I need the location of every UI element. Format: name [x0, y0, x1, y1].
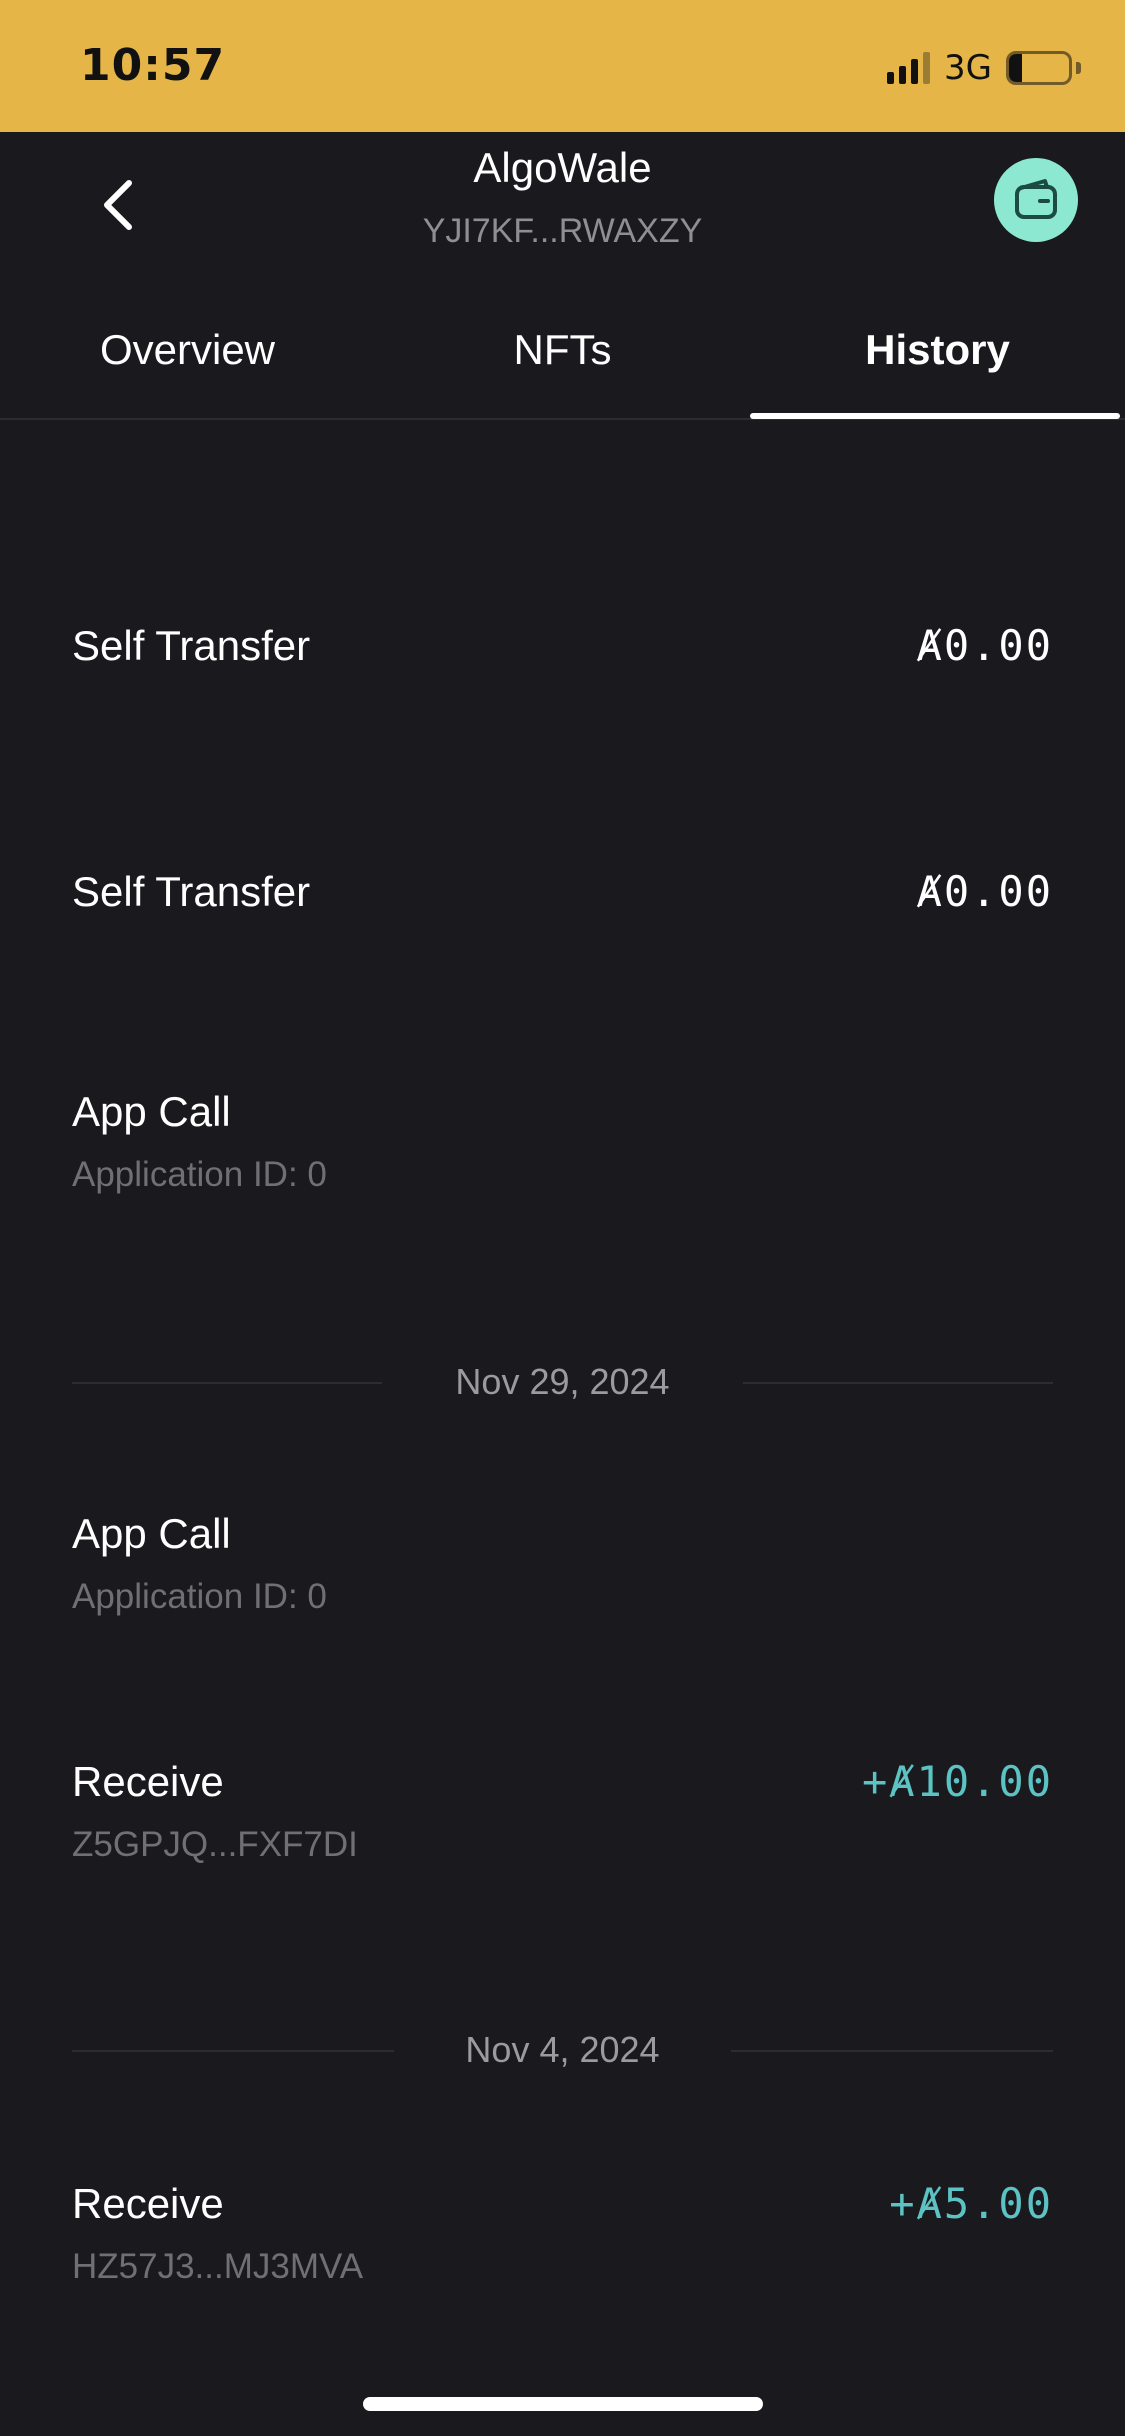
tab-history[interactable]: History	[750, 280, 1125, 420]
transaction-amount: +Ⱥ5.00	[889, 2179, 1053, 2228]
list-item[interactable]: App Call Application ID: 0	[72, 1086, 1053, 1198]
transaction-detail: HZ57J3...MJ3MVA	[72, 2247, 364, 2286]
tab-overview[interactable]: Overview	[0, 280, 375, 420]
transaction-type: Self Transfer	[72, 868, 311, 915]
signal-icon	[887, 52, 931, 84]
transaction-amount: +Ⱥ10.00	[861, 1757, 1053, 1806]
battery-percent: 22	[1020, 53, 1058, 83]
battery-tip	[1076, 62, 1081, 74]
transaction-amount: Ⱥ0.00	[916, 867, 1053, 916]
home-indicator	[363, 2397, 763, 2411]
page-title: AlgoWale	[473, 144, 652, 191]
date-label: Nov 4, 2024	[465, 2029, 660, 2070]
tab-nfts[interactable]: NFTs	[375, 280, 750, 420]
status-indicators: 3G 22	[887, 48, 1081, 88]
transaction-detail: Application ID: 0	[72, 1577, 327, 1616]
screen: 10:57 3G 22 AlgoWale YJI7KF...RWAXZY Ove…	[0, 0, 1125, 2436]
status-time: 10:57	[80, 40, 226, 91]
transaction-amount: Ⱥ0.00	[916, 621, 1053, 670]
date-divider: Nov 29, 2024	[72, 1357, 1053, 1407]
date-divider: Nov 4, 2024	[72, 2025, 1053, 2075]
list-item[interactable]: Self Transfer Ⱥ0.00	[72, 866, 1053, 918]
account-address: YJI7KF...RWAXZY	[422, 212, 703, 250]
list-item[interactable]: App Call Application ID: 0	[72, 1508, 1053, 1620]
battery-icon: 22	[1006, 51, 1072, 85]
network-type: 3G	[944, 48, 992, 88]
transaction-type: App Call	[72, 1510, 231, 1557]
transaction-type: Self Transfer	[72, 622, 311, 669]
transaction-type: App Call	[72, 1088, 231, 1135]
date-label: Nov 29, 2024	[455, 1361, 670, 1402]
transaction-detail: Z5GPJQ...FXF7DI	[72, 1825, 358, 1864]
wallet-button[interactable]	[994, 158, 1078, 242]
list-item[interactable]: Receive HZ57J3...MJ3MVA +Ⱥ5.00	[72, 2178, 1053, 2290]
list-item[interactable]: Self Transfer Ⱥ0.00	[72, 620, 1053, 672]
tab-bar: Overview NFTs History	[0, 280, 1125, 420]
status-bar: 10:57 3G 22	[0, 0, 1125, 132]
list-item[interactable]: Receive Z5GPJQ...FXF7DI +Ⱥ10.00	[72, 1756, 1053, 1868]
header: AlgoWale YJI7KF...RWAXZY	[0, 132, 1125, 280]
transaction-detail: Application ID: 0	[72, 1155, 327, 1194]
wallet-icon	[1015, 179, 1057, 219]
active-tab-indicator	[750, 413, 1120, 419]
